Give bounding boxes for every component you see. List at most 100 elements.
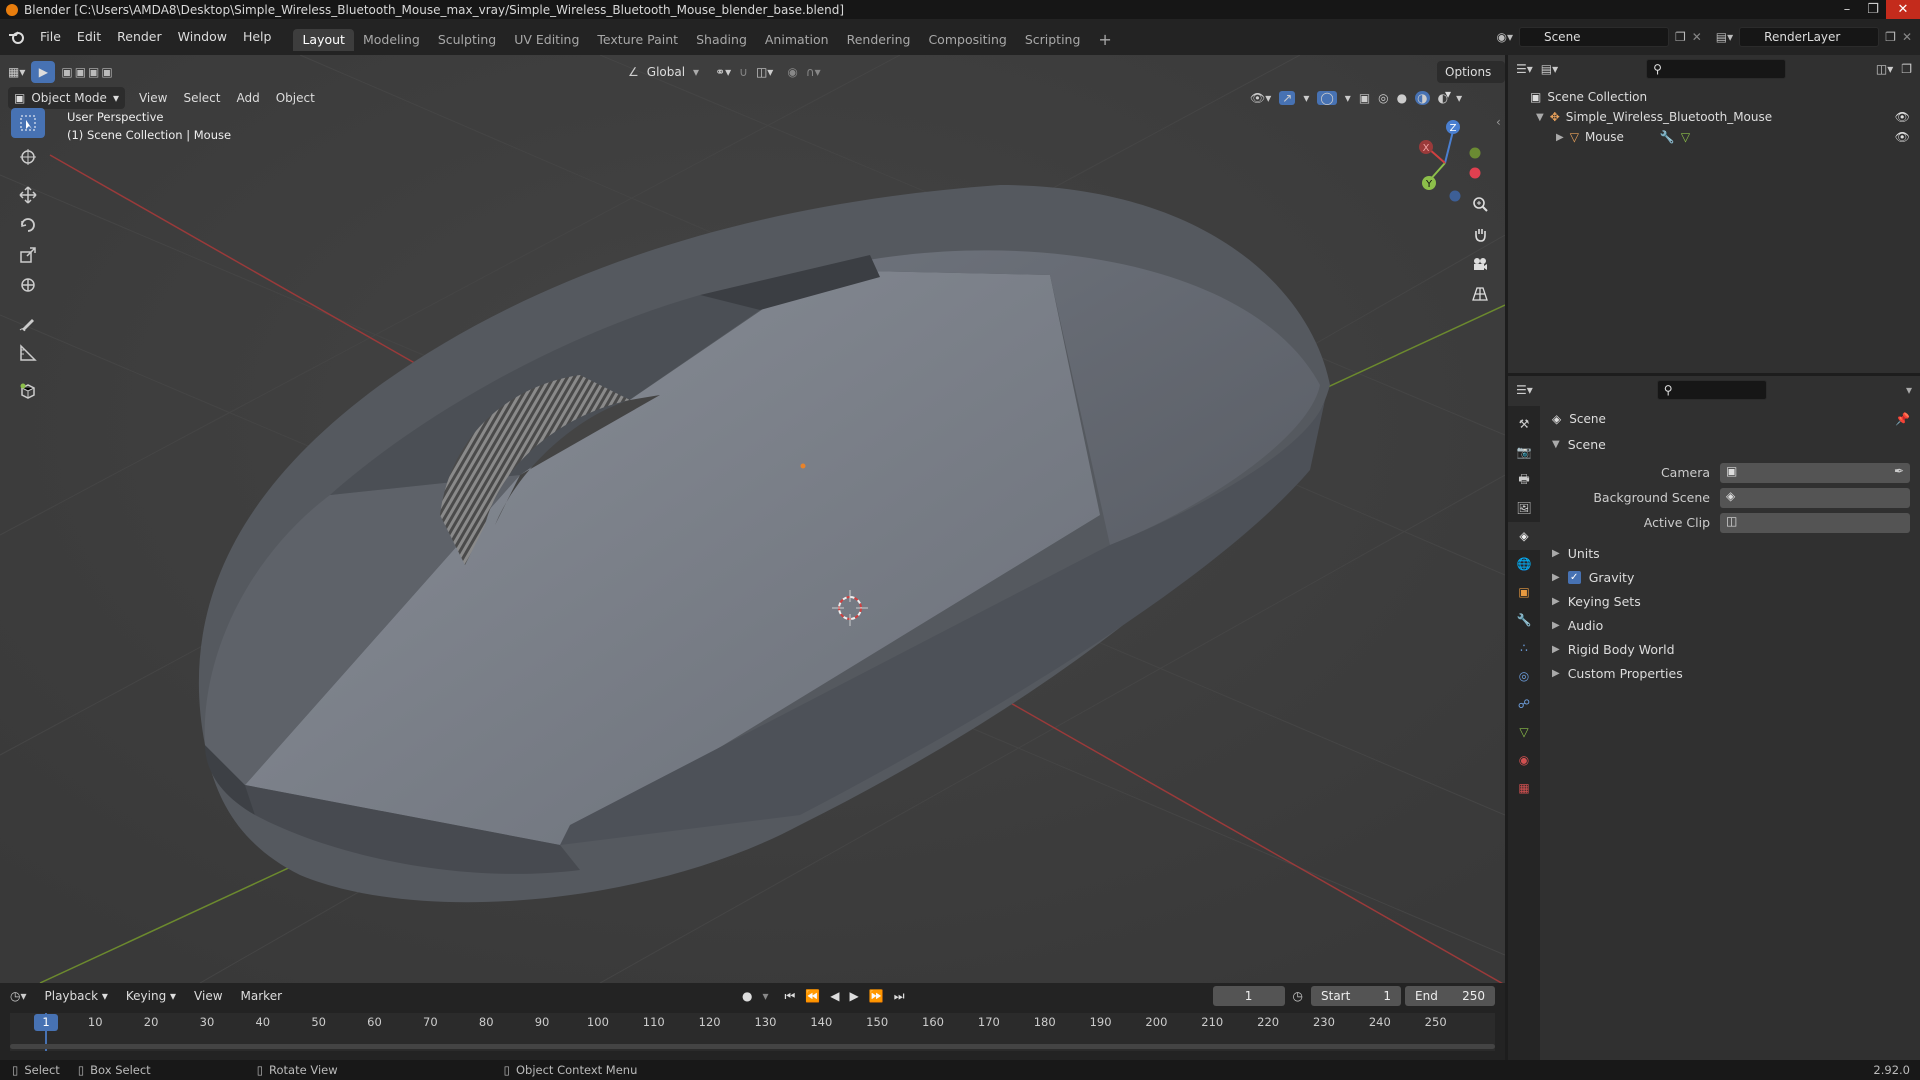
tab-layout[interactable]: Layout (293, 29, 354, 51)
display-mode-icon[interactable]: ▤▾ (1541, 62, 1558, 76)
tab-texture-paint[interactable]: Texture Paint (588, 29, 687, 51)
annotate-tool-icon[interactable] (11, 308, 45, 338)
current-frame-field[interactable]: 1 (1212, 986, 1285, 1006)
mesh-data-icon[interactable]: ▽ (1681, 130, 1690, 144)
new-view-layer-icon[interactable]: ❐ (1885, 30, 1896, 44)
tab-physics-icon[interactable]: ◎ (1508, 662, 1540, 690)
transform-tool-icon[interactable] (11, 270, 45, 300)
scene-selector-icon[interactable]: ◉▾ (1496, 30, 1513, 44)
material-shading-icon[interactable]: ◑ (1415, 91, 1430, 105)
tab-data-icon[interactable]: ▽ (1508, 718, 1540, 746)
visibility-eye-icon[interactable]: 👁 (1895, 130, 1920, 144)
clock-icon[interactable]: ◷ (1293, 989, 1303, 1003)
solid-shading-icon[interactable]: ● (1397, 91, 1407, 105)
keying-sets-panel-header[interactable]: ▶ Keying Sets (1540, 589, 1920, 613)
background-scene-field[interactable]: ◈ (1720, 487, 1910, 508)
view-layer-icon[interactable]: ▤▾ (1716, 30, 1733, 44)
start-frame-field[interactable]: Start 1 (1311, 986, 1401, 1006)
snap-target-icon[interactable]: ◫▾ (756, 65, 773, 79)
menu-marker[interactable]: Marker (233, 989, 290, 1003)
play-icon[interactable]: ▶ (850, 989, 859, 1003)
proportional-editing-icon[interactable]: ◉ (787, 65, 797, 79)
tab-uv-editing[interactable]: UV Editing (505, 29, 588, 51)
tab-modeling[interactable]: Modeling (354, 29, 429, 51)
move-tool-icon[interactable] (11, 180, 45, 210)
cursor-tool-icon[interactable] (11, 142, 45, 172)
mode-dropdown[interactable]: ▣ Object Mode ▾ (8, 87, 125, 109)
menu-edit[interactable]: Edit (69, 26, 109, 48)
menu-playback[interactable]: Playback ▾ (37, 989, 116, 1003)
jump-to-keyframe-prev-icon[interactable]: ⏪ (805, 989, 820, 1003)
perspective-toggle-icon[interactable] (1466, 280, 1494, 308)
filter-icon[interactable]: ◫▾ (1876, 62, 1893, 76)
xray-toggle-icon[interactable]: ▣ (1359, 91, 1370, 105)
falloff-icon[interactable]: ∩▾ (806, 65, 821, 79)
menu-view[interactable]: View (186, 989, 230, 1003)
tab-object-icon[interactable]: ▣ (1508, 578, 1540, 606)
expand-arrow-icon[interactable]: ▼ (1536, 112, 1544, 123)
camera-view-icon[interactable] (1466, 250, 1494, 278)
scene-name-field[interactable]: Scene (1518, 27, 1669, 47)
tab-scene-icon[interactable]: ◈ (1508, 522, 1540, 550)
expand-arrow-icon[interactable]: ▶ (1556, 132, 1564, 143)
menu-view[interactable]: View (131, 91, 175, 105)
camera-field[interactable]: ▣ ✒ (1720, 462, 1910, 483)
scene-panel-header[interactable]: ▼ Scene (1540, 432, 1920, 456)
menu-add[interactable]: Add (228, 91, 267, 105)
chevron-down-icon[interactable]: ▾ (1345, 91, 1351, 105)
gravity-panel-header[interactable]: ▶ ✓ Gravity (1540, 565, 1920, 589)
options-dropdown[interactable]: Options ▾ (1437, 61, 1505, 101)
end-frame-field[interactable]: End 250 (1405, 986, 1495, 1006)
3d-viewport[interactable]: ▦▾ ▶ ▣▣▣▣ ∠ Global ▾ ⚭▾ ∪ ◫▾ ◉ ∩▾ Option… (0, 55, 1505, 983)
tab-material-icon[interactable]: ◉ (1508, 746, 1540, 774)
menu-file[interactable]: File (32, 26, 69, 48)
playhead-frame-badge[interactable]: 1 (34, 1014, 58, 1031)
transform-orientation-icon[interactable]: ∠ (628, 65, 639, 79)
audio-panel-header[interactable]: ▶ Audio (1540, 613, 1920, 637)
tab-view-layer-icon[interactable]: 🖼 (1508, 494, 1540, 522)
modifier-wrench-icon[interactable]: 🔧 (1660, 130, 1675, 144)
pivot-point-icon[interactable]: ⚭▾ (715, 65, 731, 79)
chevron-down-icon[interactable]: ▾ (1456, 91, 1462, 105)
minimize-button[interactable]: – (1834, 0, 1860, 19)
transform-orientation-dropdown[interactable]: Global (647, 65, 685, 79)
add-workspace-button[interactable]: + (1089, 29, 1120, 51)
tab-shading[interactable]: Shading (687, 29, 756, 51)
tab-output-icon[interactable]: 🖶 (1508, 466, 1540, 494)
tab-scripting[interactable]: Scripting (1016, 29, 1090, 51)
outliner-row-scene-collection[interactable]: ▣ Scene Collection (1508, 87, 1920, 107)
tab-compositing[interactable]: Compositing (919, 29, 1015, 51)
outliner-editor-type-icon[interactable]: ☰▾ (1516, 62, 1533, 76)
tab-animation[interactable]: Animation (756, 29, 838, 51)
pan-hand-icon[interactable] (1466, 220, 1494, 248)
select-mode-icon[interactable]: ▶ (31, 61, 56, 83)
select-box-tool-icon[interactable] (11, 108, 45, 138)
delete-view-layer-icon[interactable]: ✕ (1902, 30, 1912, 44)
jump-to-keyframe-next-icon[interactable]: ⏩ (869, 989, 884, 1003)
viewport-scene-canvas[interactable] (0, 55, 1505, 983)
add-cube-tool-icon[interactable] (11, 376, 45, 406)
gravity-checkbox[interactable]: ✓ (1567, 570, 1581, 584)
view-layer-field[interactable]: RenderLayer (1739, 27, 1880, 47)
blender-menu-icon[interactable] (8, 29, 26, 45)
snap-icon[interactable]: ∪ (739, 65, 748, 79)
close-button[interactable]: ✕ (1886, 0, 1920, 19)
properties-editor-type-icon[interactable]: ☰▾ (1516, 383, 1533, 397)
tab-world-icon[interactable]: 🌐 (1508, 550, 1540, 578)
zoom-icon[interactable] (1466, 190, 1494, 218)
tab-particles-icon[interactable]: ∴ (1508, 634, 1540, 662)
rigid-body-world-panel-header[interactable]: ▶ Rigid Body World (1540, 637, 1920, 661)
tab-constraints-icon[interactable]: ☍ (1508, 690, 1540, 718)
outliner-search-input[interactable]: ⚲ (1646, 59, 1787, 79)
tab-rendering[interactable]: Rendering (838, 29, 920, 51)
play-reverse-icon[interactable]: ◀ (830, 989, 839, 1003)
tab-modifiers-icon[interactable]: 🔧 (1508, 606, 1540, 634)
properties-search-input[interactable]: ⚲ (1656, 380, 1767, 400)
sidebar-expand-icon[interactable]: ‹ (1496, 115, 1501, 129)
timeline-editor-type-icon[interactable]: ◷▾ (10, 989, 27, 1003)
menu-help[interactable]: Help (235, 26, 280, 48)
wireframe-shading-icon[interactable]: ◎ (1378, 91, 1388, 105)
pin-icon[interactable]: 📌 (1895, 412, 1920, 426)
new-collection-icon[interactable]: ❐ (1901, 62, 1912, 76)
jump-to-start-icon[interactable]: ⏮ (785, 989, 796, 1004)
